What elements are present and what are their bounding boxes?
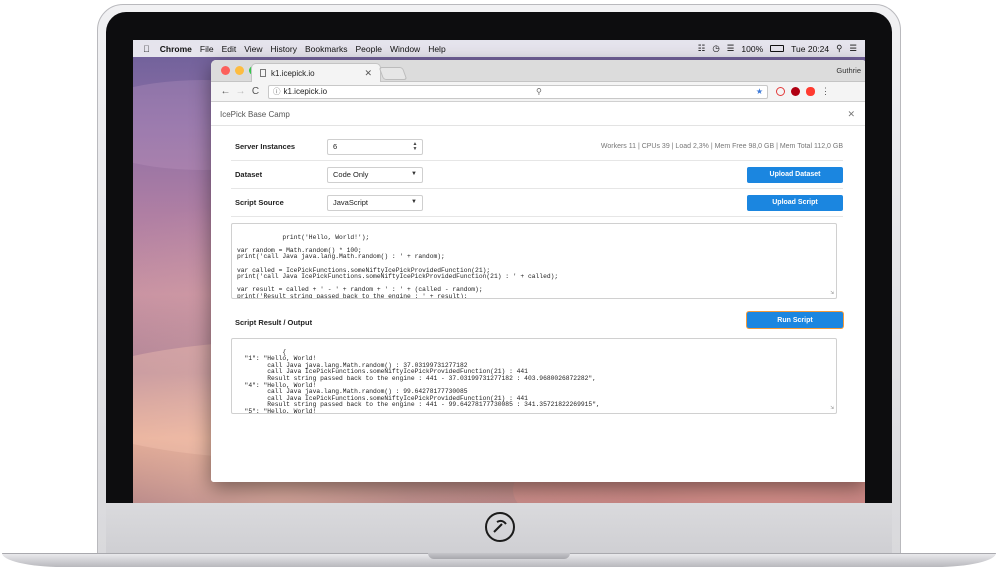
caret-down-icon[interactable]: ▼ xyxy=(411,171,417,177)
dataset-value[interactable]: Code Only xyxy=(333,170,368,179)
dataset-row: Dataset Code Only ▼ Upload Dataset xyxy=(231,161,843,189)
window-minimize-button[interactable] xyxy=(235,66,244,75)
caret-down-icon[interactable]: ▼ xyxy=(411,199,417,205)
forward-icon[interactable]: → xyxy=(234,86,247,97)
battery-icon[interactable] xyxy=(770,45,785,52)
menu-view[interactable]: View xyxy=(244,44,262,54)
chrome-menu-icon[interactable]: ⋮ xyxy=(821,86,830,97)
window-close-button[interactable] xyxy=(221,66,230,75)
notification-center-icon[interactable]: ☰ xyxy=(849,43,857,54)
extensions-area: ⋮ xyxy=(776,86,830,97)
app-dialog: IcePick Base Camp ✕ Server Instances 6 ▲… xyxy=(211,103,865,482)
laptop-notch xyxy=(428,553,570,559)
profile-name[interactable]: Guthrie xyxy=(836,66,861,75)
app-header: IcePick Base Camp ✕ xyxy=(211,103,865,126)
star-icon[interactable]: ★ xyxy=(756,87,763,96)
chrome-window: k1.icepick.io ✕ Guthrie ← → C ⓘ k1.icepi… xyxy=(211,60,865,482)
tab-close-icon[interactable]: ✕ xyxy=(364,68,372,79)
browser-toolbar: ← → C ⓘ k1.icepick.io ⚲ ★ ⋮ xyxy=(211,82,865,102)
output-label: Script Result / Output xyxy=(235,318,313,327)
spinner-icon[interactable]: ▲ ▼ xyxy=(408,140,422,154)
screen:  Chrome File Edit View History Bookmark… xyxy=(133,40,865,503)
menu-history[interactable]: History xyxy=(271,44,297,54)
menubar-clock[interactable]: Tue 20:24 xyxy=(791,44,829,54)
upload-dataset-button[interactable]: Upload Dataset xyxy=(747,166,843,183)
ublock-icon[interactable] xyxy=(791,87,800,96)
laptop-frame:  Chrome File Edit View History Bookmark… xyxy=(0,0,998,578)
menu-file[interactable]: File xyxy=(200,44,214,54)
reload-icon[interactable]: C xyxy=(249,86,262,97)
new-tab-button[interactable] xyxy=(378,67,408,80)
address-bar[interactable]: ⓘ k1.icepick.io ⚲ ★ xyxy=(268,84,768,99)
apple-icon[interactable]:  xyxy=(143,44,150,54)
menu-people[interactable]: People xyxy=(355,44,381,54)
script-output[interactable]: { "1": "Hello, World! call Java java.lan… xyxy=(231,338,837,414)
menu-help[interactable]: Help xyxy=(428,44,445,54)
resize-grip-icon[interactable]: ⇲ xyxy=(830,405,834,412)
script-source-select[interactable]: JavaScript ▼ xyxy=(327,194,423,211)
menubar-status-area: ☷ ◷ ☰ 100% Tue 20:24 ⚲ ☰ xyxy=(698,43,857,54)
battery-percent: 100% xyxy=(741,43,764,54)
upload-script-button[interactable]: Upload Script xyxy=(747,194,843,211)
icepick-logo-icon xyxy=(485,512,515,542)
app-title: IcePick Base Camp xyxy=(220,109,290,119)
server-instances-label: Server Instances xyxy=(235,142,296,151)
close-icon[interactable]: ✕ xyxy=(847,109,855,120)
menu-edit[interactable]: Edit xyxy=(222,44,237,54)
wifi-icon[interactable]: ☰ xyxy=(727,43,735,54)
browser-tab[interactable]: k1.icepick.io ✕ xyxy=(251,63,381,82)
opera-icon[interactable] xyxy=(806,87,815,96)
run-script-button[interactable]: Run Script xyxy=(747,312,843,328)
server-instances-stepper[interactable]: 6 ▲ ▼ xyxy=(327,138,423,155)
menu-window[interactable]: Window xyxy=(390,44,420,54)
menu-app-name[interactable]: Chrome xyxy=(160,44,192,54)
info-icon[interactable]: ⓘ xyxy=(273,86,281,97)
back-icon[interactable]: ← xyxy=(219,86,232,97)
script-editor[interactable]: print('Hello, World!'); var random = Mat… xyxy=(231,223,837,299)
url-text[interactable]: k1.icepick.io xyxy=(284,87,328,96)
extension-icon[interactable] xyxy=(776,87,785,96)
menu-bookmarks[interactable]: Bookmarks xyxy=(305,44,348,54)
zoom-icon[interactable]: ⚲ xyxy=(536,87,542,96)
page-icon xyxy=(260,69,266,77)
spotlight-icon[interactable]: ⚲ xyxy=(836,43,842,54)
server-instances-row: Server Instances 6 ▲ ▼ Workers 11 | CPUs … xyxy=(231,133,843,161)
resize-grip-icon[interactable]: ⇲ xyxy=(830,290,834,297)
time-machine-icon[interactable]: ◷ xyxy=(712,43,719,54)
script-source-value[interactable]: JavaScript xyxy=(333,198,368,207)
macos-menubar:  Chrome File Edit View History Bookmark… xyxy=(133,40,865,57)
script-source-label: Script Source xyxy=(235,198,284,207)
script-source-row: Script Source JavaScript ▼ Upload Script xyxy=(231,189,843,217)
cluster-stats: Workers 11 | CPUs 39 | Load 2,3% | Mem F… xyxy=(600,143,843,150)
script-code[interactable]: print('Hello, World!'); var random = Mat… xyxy=(237,234,558,298)
server-instances-value[interactable]: 6 xyxy=(333,142,337,151)
output-text[interactable]: { "1": "Hello, World! call Java java.lan… xyxy=(237,349,600,413)
controls-icon[interactable]: ☷ xyxy=(698,43,706,54)
dataset-label: Dataset xyxy=(235,170,263,179)
settings-panel: Server Instances 6 ▲ ▼ Workers 11 | CPUs … xyxy=(231,133,843,482)
tab-strip: k1.icepick.io ✕ Guthrie xyxy=(211,60,865,82)
dataset-select[interactable]: Code Only ▼ xyxy=(327,166,423,183)
tab-title: k1.icepick.io xyxy=(271,68,315,78)
